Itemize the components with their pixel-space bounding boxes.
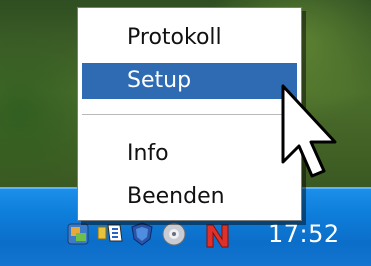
menu-item-info[interactable]: Info [82, 136, 297, 172]
menu-item-protokoll[interactable]: Protokoll [82, 20, 297, 56]
taskbar-clock[interactable]: 17:52 [268, 220, 340, 248]
n-icon[interactable] [202, 221, 229, 248]
mouse-pointer-icon [279, 84, 349, 196]
tray-app-icon[interactable] [66, 221, 92, 247]
cd-icon[interactable] [160, 221, 186, 247]
network-icon[interactable] [96, 221, 123, 247]
menu-item-beenden[interactable]: Beenden [82, 179, 297, 215]
shield-icon[interactable] [128, 221, 154, 247]
desktop: 17:52 Protokoll Setup Info Beenden [0, 0, 371, 266]
menu-separator [82, 114, 297, 116]
tray-context-menu: Protokoll Setup Info Beenden [77, 7, 302, 221]
menu-item-setup[interactable]: Setup [82, 63, 297, 99]
